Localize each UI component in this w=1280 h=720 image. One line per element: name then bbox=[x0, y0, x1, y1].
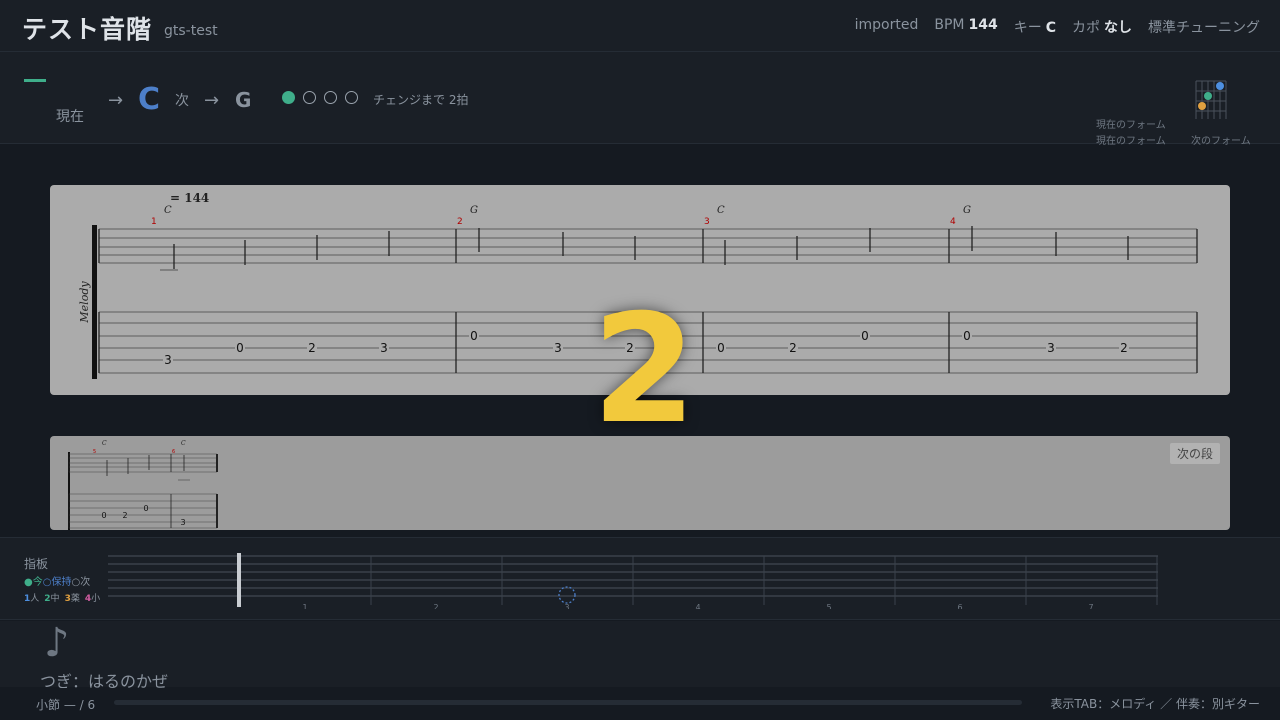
fretboard-panel: 指板 ●今○保持○次 1人 2中 3薬 4小 1 2 3 4 5 6 7 bbox=[0, 537, 1280, 620]
chord-bar: 現在 → C 次 → G チェンジまで 2拍 現在のフォーム 現在のフォーム 次… bbox=[0, 52, 1280, 147]
fret-number: 6 bbox=[957, 603, 962, 609]
bpm-display: BPM 144 bbox=[934, 17, 998, 33]
fret-number: 1 bbox=[302, 603, 307, 609]
capo-value: なし bbox=[1104, 20, 1132, 36]
measure-number: 4 bbox=[950, 217, 956, 227]
current-form-label: 現在のフォーム bbox=[1096, 136, 1166, 147]
current-label: 現在 bbox=[56, 109, 84, 125]
tab-number: 2 bbox=[122, 511, 127, 520]
tuning-label: 標準チューニング bbox=[1148, 20, 1260, 36]
next-row-badge: 次の段 bbox=[1169, 443, 1220, 464]
fretboard: 1 2 3 4 5 6 7 bbox=[108, 553, 1158, 609]
finger-legend-item: 2中 bbox=[44, 594, 60, 604]
tab-number: 2 bbox=[308, 341, 316, 355]
beat-dot bbox=[324, 91, 337, 104]
fretboard-legend: ●今○保持○次 bbox=[24, 577, 91, 588]
measure-number: 5 bbox=[93, 449, 96, 455]
tab-number: 3 bbox=[380, 341, 388, 355]
fretboard-nut bbox=[237, 553, 241, 607]
progress-bar[interactable] bbox=[114, 700, 1022, 705]
chord-diagram bbox=[1193, 77, 1227, 121]
measure-number: 1 bbox=[151, 217, 157, 227]
system-bracket bbox=[92, 225, 97, 379]
tab-number: 0 bbox=[717, 341, 725, 355]
current-form-label: 現在のフォーム bbox=[1096, 120, 1166, 131]
chord-symbol: C bbox=[717, 205, 725, 216]
tab-number: 2 bbox=[789, 341, 797, 355]
measure-counter: 小節 — / 6 bbox=[36, 698, 96, 712]
current-chord: C bbox=[138, 82, 161, 117]
display-mode-label: 表示TAB：メロディ ／ 伴奏：別ギター bbox=[1050, 697, 1260, 711]
bpm-value: 144 bbox=[968, 17, 998, 33]
current-indicator bbox=[24, 79, 46, 82]
beat-dot bbox=[303, 91, 316, 104]
source-label: imported bbox=[854, 17, 919, 33]
next-chord: G bbox=[235, 88, 252, 112]
tab-number: 3 bbox=[164, 353, 172, 367]
song-title: テスト音階 bbox=[22, 15, 153, 44]
measure-number: 2 bbox=[457, 217, 463, 227]
song-meta: imported BPM 144 キー C カポ なし 標準チューニング bbox=[855, 17, 1260, 37]
beat-dot bbox=[282, 91, 295, 104]
measure-number: 3 bbox=[704, 217, 710, 227]
key-display: キー C bbox=[1013, 20, 1056, 36]
chord-symbol: C bbox=[102, 440, 107, 447]
song-slug: gts-test bbox=[164, 23, 218, 39]
tab-number: 3 bbox=[180, 518, 185, 527]
tab-number: 0 bbox=[236, 341, 244, 355]
fret-number: 3 bbox=[564, 603, 569, 609]
tempo-marking: = 144 bbox=[170, 191, 209, 205]
beat-dot bbox=[345, 91, 358, 104]
music-note-icon: ♪ bbox=[44, 620, 70, 666]
fret-number: 2 bbox=[433, 603, 438, 609]
chord-symbol: C bbox=[164, 205, 172, 216]
measure-number: 6 bbox=[172, 449, 175, 455]
finger-legend: 1人 2中 3薬 4小 bbox=[24, 591, 105, 604]
tab-number: 2 bbox=[1120, 341, 1128, 355]
tab-number: 3 bbox=[1047, 341, 1055, 355]
capo-display: カポ なし bbox=[1072, 20, 1132, 36]
finger-legend-item: 3薬 bbox=[64, 594, 80, 604]
tab-number: 0 bbox=[101, 511, 106, 520]
arrow-right-icon: → bbox=[108, 90, 124, 111]
fretboard-title: 指板 bbox=[24, 557, 49, 571]
song-panel bbox=[0, 621, 1280, 687]
chord-symbol: C bbox=[181, 440, 186, 447]
track-name: Melody bbox=[78, 281, 91, 324]
tab-number: 3 bbox=[554, 341, 562, 355]
change-countdown: チェンジまで 2拍 bbox=[373, 93, 469, 107]
tab-number: 0 bbox=[861, 329, 869, 343]
next-label: 次 bbox=[175, 93, 189, 109]
arrow-right-icon: → bbox=[204, 90, 220, 111]
count-in-number: 2 bbox=[592, 283, 697, 457]
tab-number: 0 bbox=[963, 329, 971, 343]
fret-number: 5 bbox=[826, 603, 831, 609]
app-header: テスト音階 gts-test imported BPM 144 キー C カポ なし … bbox=[0, 0, 1280, 52]
next-form-label: 次のフォーム bbox=[1191, 136, 1251, 147]
chord-symbol: G bbox=[470, 205, 478, 216]
chord-symbol: G bbox=[963, 205, 971, 216]
fret-number: 7 bbox=[1088, 603, 1093, 609]
finger-legend-item: 4小 bbox=[84, 594, 101, 604]
finger-legend-item: 1人 bbox=[24, 594, 40, 604]
key-value: C bbox=[1045, 20, 1056, 36]
fret-number: 4 bbox=[695, 603, 700, 609]
tab-number: 0 bbox=[143, 504, 148, 513]
tab-number: 0 bbox=[470, 329, 478, 343]
next-position-marker bbox=[558, 586, 576, 604]
